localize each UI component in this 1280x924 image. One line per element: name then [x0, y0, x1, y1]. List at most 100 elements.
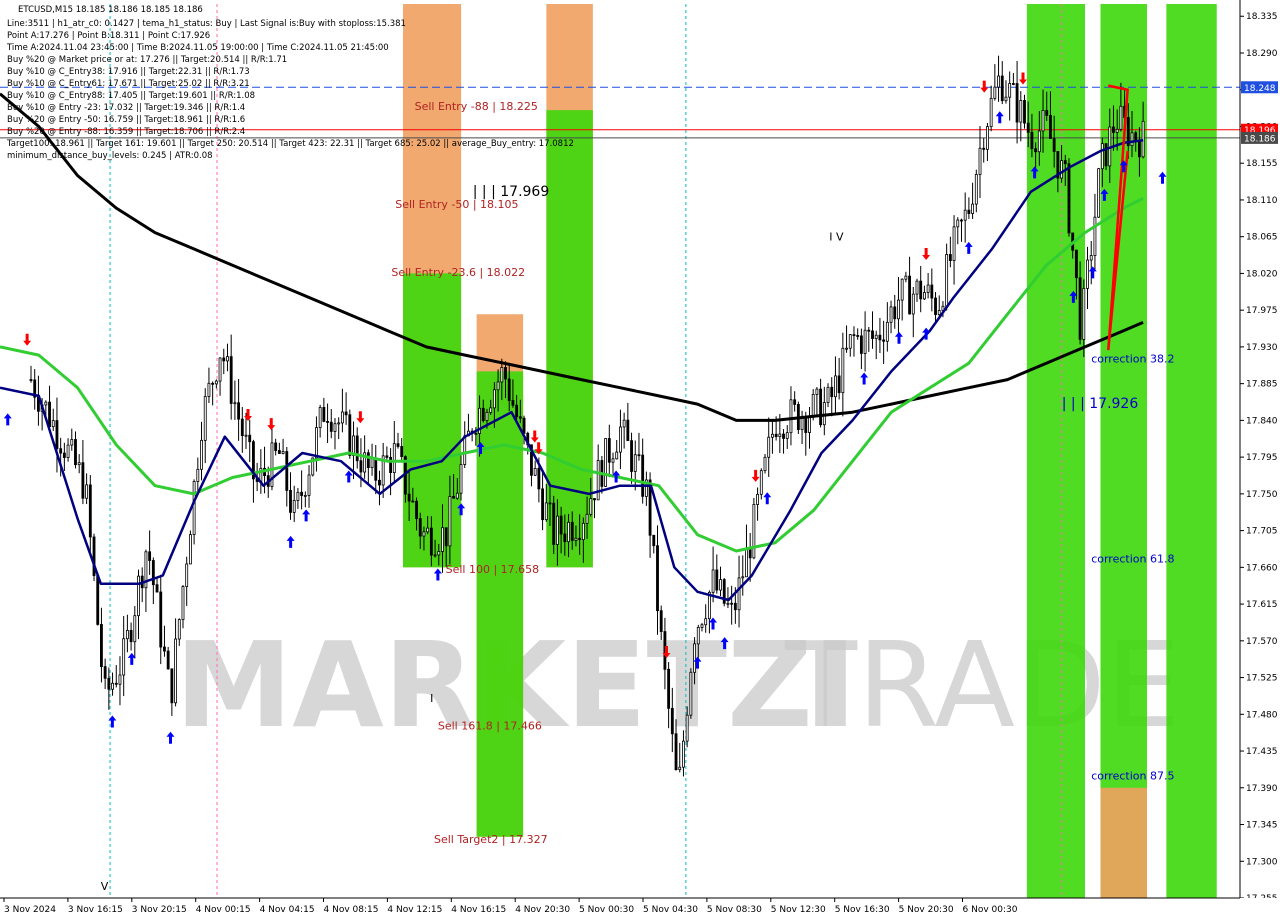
y-tick-label: 17.570	[1246, 637, 1278, 647]
candle-body	[678, 766, 682, 770]
level-label: Sell 161.8 | 17.466	[438, 720, 542, 733]
info-line: minimum_distance_buy_levels: 0.245 | ATR…	[7, 151, 213, 161]
candle-body	[637, 454, 641, 457]
candle-body	[841, 347, 845, 394]
candle-body	[834, 375, 837, 398]
x-tick-label: 6 Nov 00:30	[963, 905, 1018, 915]
candle-body	[741, 576, 745, 579]
y-tick-label: 17.525	[1246, 674, 1278, 684]
candle-body	[322, 407, 326, 422]
candle-body	[337, 422, 341, 425]
chart-container: MARKETZI TRADE Sell Entry -88 | 18.225Se…	[0, 0, 1280, 920]
candle-body	[552, 502, 556, 545]
candle-body	[452, 496, 456, 499]
info-line: Buy %20 @ Entry -88: 16.359 || Target:18…	[7, 127, 245, 137]
candle-body	[667, 668, 671, 709]
candle-body	[574, 537, 578, 541]
candle-body	[226, 356, 229, 362]
candle-body	[292, 500, 296, 513]
candle-body	[548, 502, 552, 505]
candle-body	[1089, 255, 1093, 261]
candle-body	[77, 462, 81, 466]
candle-body	[878, 334, 882, 341]
candle-body	[826, 386, 830, 403]
candle-body	[133, 615, 137, 643]
candle-body	[148, 551, 152, 561]
candle-body	[1034, 148, 1038, 153]
candle-body	[274, 442, 278, 451]
candle-body	[1104, 143, 1108, 167]
candle-body	[159, 591, 163, 648]
level-label: Sell Entry -23.6 | 18.022	[391, 266, 525, 279]
candle-body	[1030, 131, 1034, 150]
candle-body	[778, 433, 782, 438]
candle-body	[1049, 114, 1052, 139]
candle-body	[696, 627, 700, 645]
candle-body	[767, 436, 771, 458]
candle-body	[930, 284, 934, 299]
candle-body	[745, 548, 748, 578]
candle-body	[633, 454, 637, 472]
candle-body	[593, 498, 596, 501]
candle-body	[240, 418, 244, 437]
candle-body	[1052, 138, 1056, 152]
candle-body	[993, 86, 997, 99]
x-tick-label: 4 Nov 12:15	[387, 905, 442, 915]
candle-body	[200, 439, 203, 470]
candle-body	[444, 527, 448, 547]
candle-body	[1093, 216, 1097, 256]
candle-body	[674, 733, 678, 770]
candle-body	[1119, 105, 1123, 130]
candle-body	[441, 527, 444, 552]
info-line: Time A:2024.11.04 23:45:00 | Time B:2024…	[6, 43, 389, 53]
candle-body	[415, 500, 418, 520]
candle-body	[433, 554, 437, 557]
info-line: Line:3511 | h1_atr_c0: 0.1427 | tema_h1_…	[7, 19, 406, 29]
info-line: Buy %10 @ Entry -23: 17.032 || Target:19…	[7, 103, 245, 113]
candle-body	[103, 666, 107, 679]
candle-body	[1112, 126, 1115, 133]
y-tick-label: 17.345	[1246, 821, 1278, 831]
level-label: | | | 17.969	[473, 184, 550, 200]
level-label: correction 61.8	[1091, 552, 1174, 565]
candle-body	[1074, 249, 1078, 279]
candle-body	[989, 97, 993, 128]
x-tick-label: 4 Nov 20:30	[515, 905, 570, 915]
candle-body	[1130, 132, 1134, 147]
level-label: | | | 17.926	[1062, 396, 1139, 412]
candle-body	[392, 443, 396, 473]
candle-body	[170, 668, 174, 704]
candle-body	[185, 563, 189, 588]
candle-body	[533, 468, 537, 476]
candle-body	[507, 378, 511, 401]
candle-body	[385, 455, 389, 458]
candle-body	[96, 575, 100, 625]
candle-body	[244, 434, 248, 437]
candle-body	[1000, 75, 1004, 102]
candle-body	[774, 433, 778, 438]
candle-body	[908, 275, 911, 315]
y-tick-label: 17.885	[1246, 380, 1278, 390]
candle-body	[492, 389, 496, 409]
candle-body	[911, 293, 915, 315]
candle-body	[163, 646, 166, 652]
candle-body	[281, 451, 285, 454]
candle-body	[233, 402, 237, 405]
candle-body	[837, 375, 841, 394]
candle-body	[589, 498, 593, 515]
candle-body	[400, 446, 404, 458]
candle-body	[963, 209, 967, 221]
candle-body	[952, 226, 956, 261]
candle-body	[763, 456, 767, 472]
candle-body	[504, 367, 507, 380]
candle-body	[218, 357, 222, 382]
candle-body	[515, 404, 519, 418]
candle-body	[789, 399, 793, 434]
candle-body	[1067, 163, 1071, 234]
price-chart[interactable]: MARKETZI TRADE Sell Entry -88 | 18.225Se…	[0, 0, 1280, 920]
candle-body	[555, 515, 559, 545]
y-tick-label: 17.480	[1246, 710, 1278, 720]
candle-body	[51, 420, 55, 428]
candle-body	[248, 434, 252, 443]
candle-body	[418, 518, 422, 537]
